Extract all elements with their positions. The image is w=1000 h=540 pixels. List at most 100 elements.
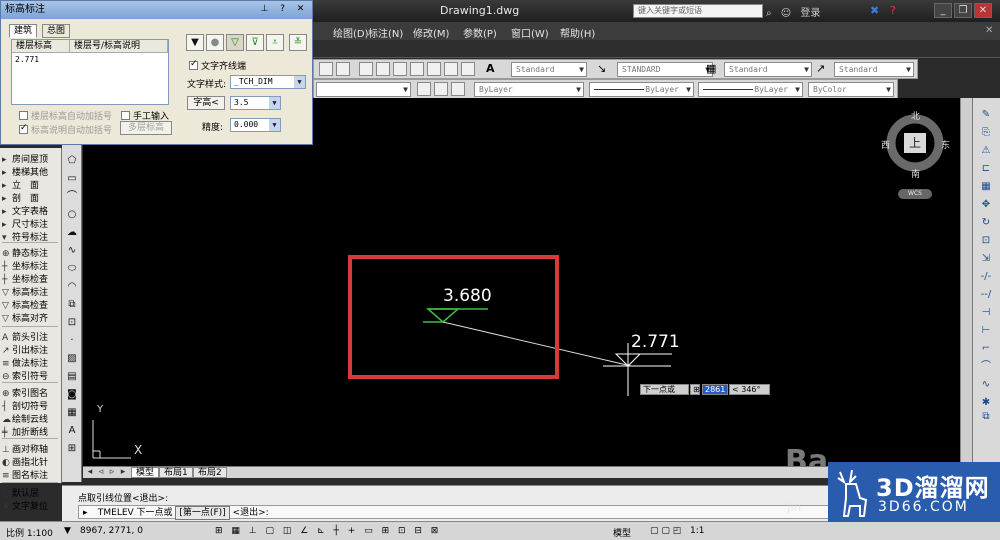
tool-icon[interactable] bbox=[376, 62, 390, 76]
tip-value-input[interactable]: 2861 bbox=[702, 384, 728, 395]
join-icon[interactable]: ⊢ bbox=[979, 324, 993, 337]
menu-window[interactable]: 窗口(W) bbox=[511, 25, 549, 40]
menu-modify[interactable]: 修改(M) bbox=[413, 25, 449, 40]
ellipse-arc-icon[interactable]: ◠ bbox=[65, 280, 79, 293]
mtext-icon[interactable]: A bbox=[65, 424, 79, 437]
palette-item[interactable]: ▽ 标高检查 bbox=[2, 298, 60, 311]
scale-icon[interactable]: ⊡ bbox=[979, 234, 993, 247]
palette-item[interactable]: ⊕ 静态标注 bbox=[2, 246, 60, 259]
wcs-menu[interactable]: WCS bbox=[898, 189, 932, 199]
mleader-style-select[interactable]: Standard ▼ bbox=[834, 62, 914, 77]
palette-item[interactable]: ┤ 剖切符号 bbox=[2, 399, 60, 412]
auto-bracket-floor-check[interactable]: 楼层标高自动加括号 bbox=[19, 109, 112, 122]
palette-item[interactable]: ⊕ 索引图名 bbox=[2, 386, 60, 399]
region-icon[interactable]: ◙ bbox=[65, 388, 79, 401]
tab-next-icon[interactable]: ▹ bbox=[107, 467, 117, 478]
dialog-help-icon[interactable]: ? bbox=[276, 3, 289, 16]
option-first-point[interactable]: [第一点(F)] bbox=[175, 506, 230, 520]
text-style-select[interactable]: Standard ▼ bbox=[511, 62, 587, 77]
palette-item[interactable]: A 箭头引注 bbox=[2, 330, 60, 343]
multi-level-button[interactable]: 多层标高 bbox=[120, 121, 172, 135]
model-space-button[interactable]: 模型 bbox=[613, 526, 631, 539]
linetype-select[interactable]: ByLayer ▼ bbox=[589, 82, 694, 97]
menu-close-icon[interactable]: ✕ bbox=[985, 25, 993, 36]
arc-icon[interactable]: ⌒ bbox=[65, 190, 79, 203]
layout-icons[interactable]: ▢ ▢ ◰ bbox=[650, 526, 681, 536]
compass-north[interactable]: 北 bbox=[911, 109, 920, 122]
tool-icon[interactable] bbox=[393, 62, 407, 76]
style-dim-triangle-icon[interactable]: ⊽ bbox=[246, 34, 264, 51]
dialog-close-icon[interactable]: ✕ bbox=[294, 3, 307, 16]
block-icon[interactable]: ⧉ bbox=[65, 298, 79, 311]
menu-help[interactable]: 帮助(H) bbox=[560, 25, 595, 40]
chamfer-icon[interactable]: ⌐ bbox=[979, 342, 993, 355]
palette-item[interactable]: ↗ 引出标注 bbox=[2, 343, 60, 356]
tool-icon[interactable] bbox=[444, 62, 458, 76]
layer-select[interactable]: ▼ bbox=[316, 82, 411, 97]
blend-icon[interactable]: ∿ bbox=[979, 378, 993, 391]
addselected-icon[interactable]: ⊞ bbox=[65, 442, 79, 455]
scale-dropdown-icon[interactable]: ▼ bbox=[64, 526, 71, 536]
tab-model[interactable]: 模型 bbox=[131, 467, 160, 478]
search-icon[interactable]: ⌕ bbox=[766, 8, 772, 19]
palette-item[interactable]: ┼ 坐标标注 bbox=[2, 259, 60, 272]
tab-first-icon[interactable]: ◂ bbox=[85, 467, 95, 478]
polygon-icon[interactable]: ⬠ bbox=[65, 154, 79, 167]
explode-icon[interactable]: ✱ bbox=[979, 396, 993, 409]
table-icon[interactable]: ▦ bbox=[65, 406, 79, 419]
extend-icon[interactable]: --/ bbox=[979, 288, 993, 301]
compass-east[interactable]: 东 bbox=[941, 138, 950, 151]
drafting-toggles[interactable]: ⊞ ▦ ⊥ ▢ ◫ ∠ ⊾ ┼ + ▭ ⊞ ⊡ ⊟ ⊠ bbox=[215, 526, 441, 536]
gradient-icon[interactable]: ▤ bbox=[65, 370, 79, 383]
copy-icon[interactable]: ⎘ bbox=[979, 126, 993, 139]
make-block-icon[interactable]: ⊡ bbox=[65, 316, 79, 329]
login-link[interactable]: 登录 bbox=[800, 8, 820, 19]
text-style-dropdown[interactable]: _TCH_DIM ▼ bbox=[230, 75, 306, 89]
palette-item[interactable]: ≡ 做法标注 bbox=[2, 356, 60, 369]
tab-last-icon[interactable]: ▸ bbox=[118, 467, 128, 478]
palette-item[interactable]: ┼ 坐标检查 bbox=[2, 272, 60, 285]
tab-architecture[interactable]: 建筑 bbox=[9, 24, 38, 38]
palette-item[interactable]: ▽ 标高标注 bbox=[2, 285, 60, 298]
circle-icon[interactable]: ○ bbox=[65, 208, 79, 221]
color-select[interactable]: ByLayer ▼ bbox=[474, 82, 584, 97]
palette-item[interactable]: ⊖ 索引符号 bbox=[2, 369, 60, 382]
rectangle-icon[interactable]: ▭ bbox=[65, 172, 79, 185]
close-button[interactable]: ✕ bbox=[974, 3, 992, 18]
menu-draw[interactable]: 绘图(D) bbox=[333, 25, 369, 40]
text-height-button[interactable]: 字高< bbox=[187, 96, 225, 110]
point-icon[interactable]: · bbox=[65, 334, 79, 347]
draworder-icon[interactable]: ⧉ bbox=[979, 410, 993, 423]
dim-style-select[interactable]: STANDARD ▼ bbox=[617, 62, 713, 77]
tip-angle[interactable]: < 346° bbox=[729, 384, 770, 395]
layer-icon[interactable] bbox=[434, 82, 448, 96]
layer-icon[interactable] bbox=[451, 82, 465, 96]
revcloud-icon[interactable]: ☁ bbox=[65, 226, 79, 239]
viewcube[interactable]: 北 南 东 西 上 WCS bbox=[881, 108, 951, 199]
tab-prev-icon[interactable]: ◃ bbox=[96, 467, 106, 478]
auto-bracket-desc-check[interactable]: 标高说明自动加括号 bbox=[19, 123, 112, 136]
fillet-icon[interactable]: ⌒ bbox=[979, 360, 993, 373]
stretch-icon[interactable]: ⇲ bbox=[979, 252, 993, 265]
erase-icon[interactable]: ✎ bbox=[979, 108, 993, 121]
style-open-triangle-icon[interactable]: ▽ bbox=[226, 34, 244, 51]
vertical-scrollbar[interactable] bbox=[960, 98, 972, 466]
tab-site-plan[interactable]: 总图 bbox=[42, 24, 71, 38]
palette-item[interactable]: ♦ 文字复位 bbox=[2, 499, 60, 512]
help-icon[interactable]: ? bbox=[890, 4, 896, 17]
style-solid-triangle-icon[interactable]: ▼ bbox=[186, 34, 204, 51]
array-icon[interactable]: ▦ bbox=[979, 180, 993, 193]
rotate-icon[interactable]: ↻ bbox=[979, 216, 993, 229]
break-icon[interactable]: ⊣ bbox=[979, 306, 993, 319]
align-text-check[interactable]: 文字齐线端 bbox=[189, 59, 246, 72]
palette-item[interactable]: ◐ 画指北针 bbox=[2, 455, 60, 468]
spline-icon[interactable]: ∿ bbox=[65, 244, 79, 257]
style-multi-icon[interactable]: ≚ bbox=[289, 34, 307, 51]
palette-item[interactable]: ▾ 符号标注 bbox=[2, 230, 60, 243]
palette-item[interactable]: ▸ 剖 面 bbox=[2, 191, 60, 204]
style-double-triangle-icon[interactable]: ⩡ bbox=[266, 34, 284, 51]
command-input[interactable]: ▸ TMELEV 下一点或 [第一点(F)] <退出>: bbox=[78, 505, 958, 520]
tool-icon[interactable] bbox=[319, 62, 333, 76]
exchange-icon[interactable]: ✖ bbox=[870, 4, 879, 17]
ellipse-icon[interactable]: ⬭ bbox=[65, 262, 79, 275]
